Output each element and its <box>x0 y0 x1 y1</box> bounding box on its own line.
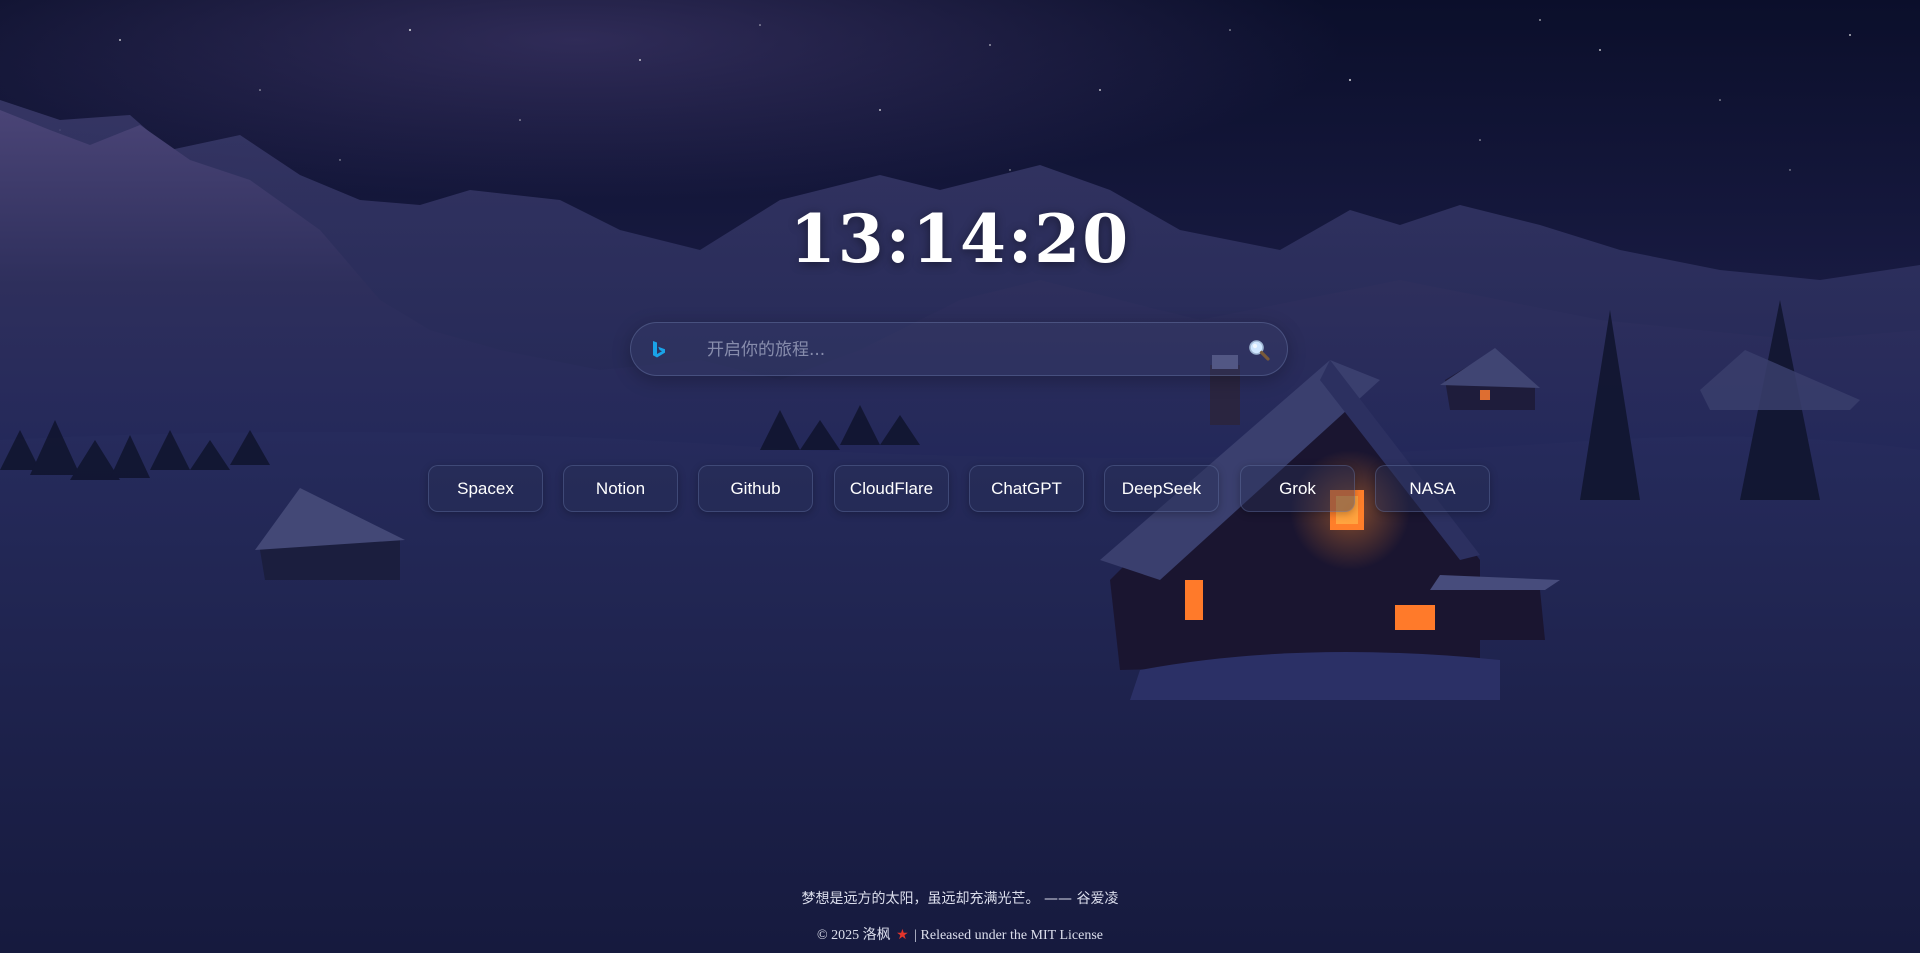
footer-separator: | <box>914 928 918 943</box>
search-input[interactable] <box>707 323 1227 377</box>
link-deepseek[interactable]: DeepSeek <box>1104 465 1219 512</box>
copyright-text: © 2025 洛枫 <box>817 928 891 943</box>
quick-links: Spacex Notion Github CloudFlare ChatGPT … <box>428 465 1492 513</box>
link-spacex[interactable]: Spacex <box>428 465 543 512</box>
link-chatgpt[interactable]: ChatGPT <box>969 465 1084 512</box>
magnifier-icon[interactable] <box>1245 336 1273 364</box>
footer-copyright: © 2025 洛枫 ★ | Released under the MIT Lic… <box>0 924 1920 944</box>
bing-logo-icon[interactable] <box>647 338 671 362</box>
link-notion[interactable]: Notion <box>563 465 678 512</box>
link-github[interactable]: Github <box>698 465 813 512</box>
clock-display: 13:14:20 <box>789 200 1131 278</box>
link-nasa[interactable]: NASA <box>1375 465 1490 512</box>
search-bar <box>630 322 1288 377</box>
link-grok[interactable]: Grok <box>1240 465 1355 512</box>
link-cloudflare[interactable]: CloudFlare <box>834 465 949 512</box>
footer-quote: 梦想是远方的太阳，虽远却充满光芒。 —— 谷爱凌 <box>801 891 1119 907</box>
license-link[interactable]: Released under the MIT License <box>921 928 1103 943</box>
star-icon: ★ <box>896 928 909 943</box>
